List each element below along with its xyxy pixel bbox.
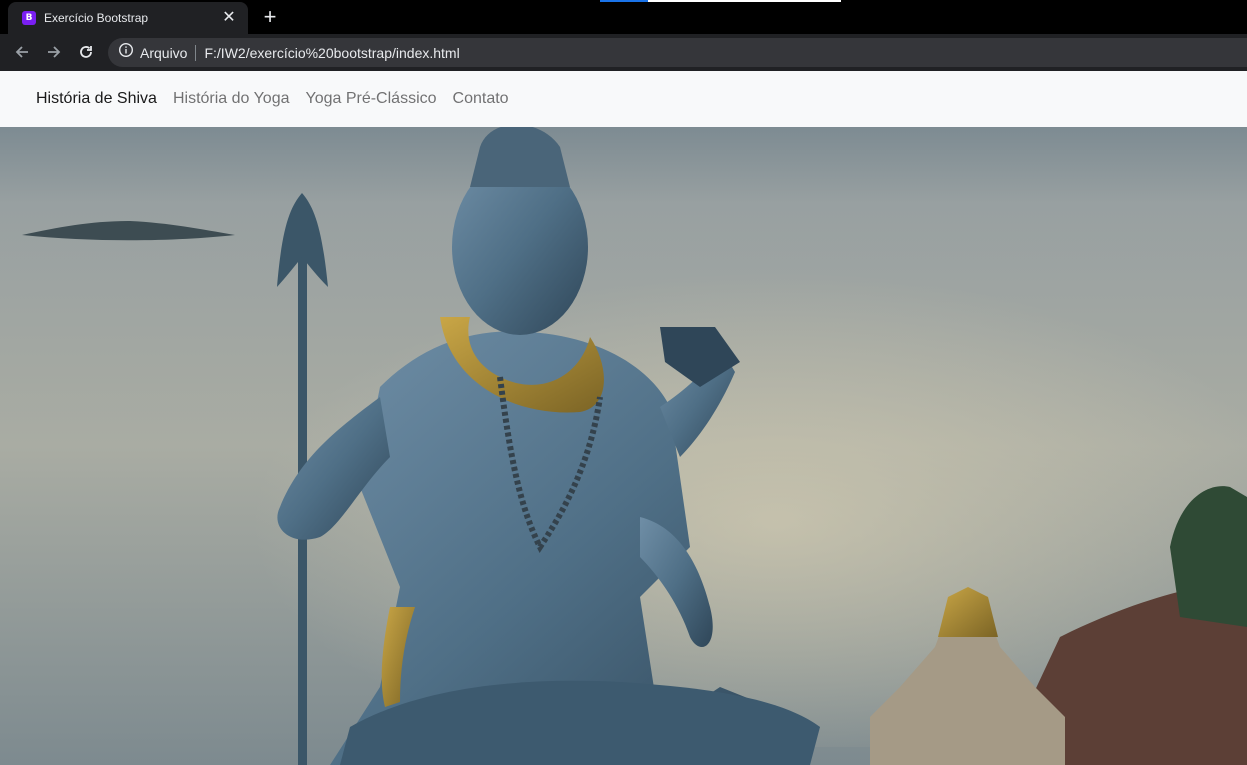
nav-link-contato[interactable]: Contato — [453, 90, 509, 108]
info-icon[interactable] — [118, 42, 134, 63]
site-info-label[interactable]: Arquivo — [140, 45, 187, 61]
decor-bar — [600, 0, 648, 2]
page-viewport: História de Shiva História do Yoga Yoga … — [0, 71, 1247, 765]
nav-link-historia-do-yoga[interactable]: História do Yoga — [173, 90, 290, 108]
reload-icon[interactable] — [74, 40, 98, 64]
decor-bar — [648, 0, 841, 2]
browser-toolbar: Arquivo F:/IW2/exercício%20bootstrap/ind… — [0, 34, 1247, 71]
hero-image — [0, 127, 1247, 765]
shiva-statue-illustration — [0, 127, 1247, 765]
nav-link-yoga-pre-classico[interactable]: Yoga Pré-Clássico — [305, 90, 436, 108]
nav-link-historia-de-shiva[interactable]: História de Shiva — [36, 90, 157, 108]
back-arrow-icon[interactable] — [10, 40, 34, 64]
new-tab-button[interactable]: + — [258, 6, 282, 30]
tab-strip: B Exercício Bootstrap ✕ + — [0, 0, 1247, 34]
tab-title: Exercício Bootstrap — [44, 11, 149, 25]
address-bar[interactable]: Arquivo F:/IW2/exercício%20bootstrap/ind… — [108, 38, 1247, 67]
site-navbar: História de Shiva História do Yoga Yoga … — [0, 71, 1247, 127]
close-tab-icon[interactable]: ✕ — [220, 9, 238, 27]
browser-tab[interactable]: B Exercício Bootstrap ✕ — [8, 2, 248, 34]
bootstrap-favicon-icon: B — [22, 11, 36, 25]
forward-arrow-icon[interactable] — [42, 40, 66, 64]
omnibox-divider — [195, 44, 197, 61]
url-text[interactable]: F:/IW2/exercício%20bootstrap/index.html — [204, 45, 459, 61]
